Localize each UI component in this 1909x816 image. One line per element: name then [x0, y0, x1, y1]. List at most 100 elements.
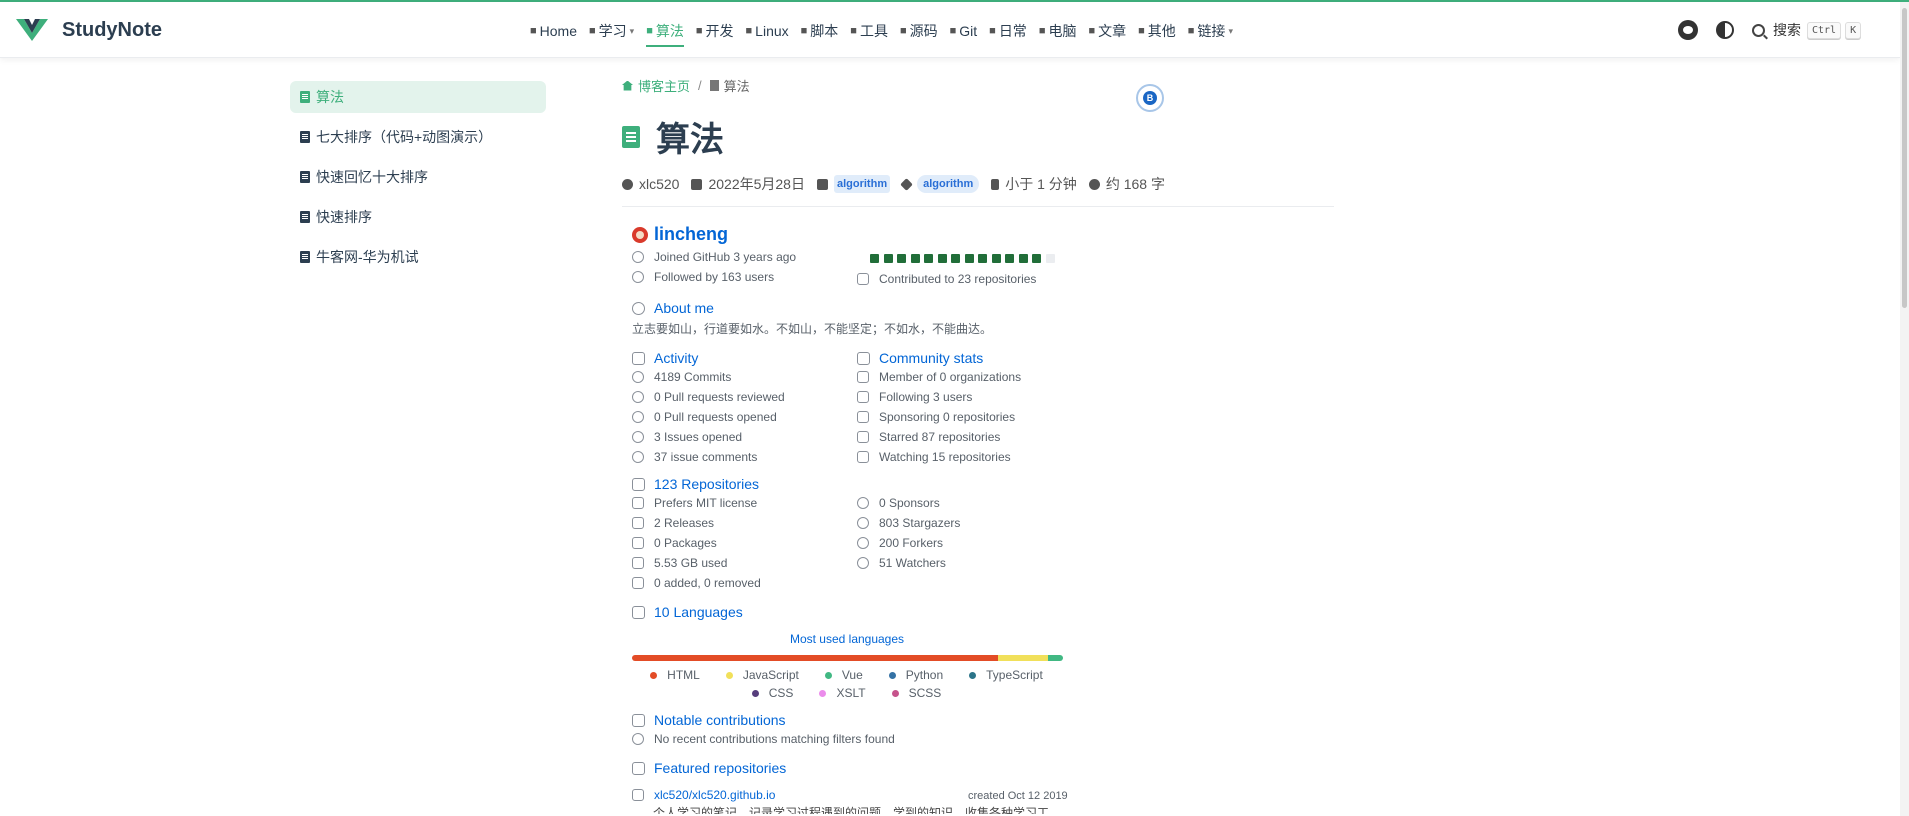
- document-icon: [300, 251, 310, 263]
- search-key-ctrl: Ctrl: [1807, 21, 1842, 39]
- language-legend-item: CSS: [751, 686, 793, 700]
- nav-item-12[interactable]: ■ 其他: [1138, 20, 1176, 42]
- document-icon: [300, 131, 310, 143]
- about-section: About me: [632, 300, 714, 316]
- nav-item-9[interactable]: ■ 日常: [989, 20, 1027, 42]
- repo-reach-text: 51 Watchers: [879, 556, 946, 570]
- nav-item-7[interactable]: ■ 源码: [900, 20, 938, 42]
- community-text: Member of 0 organizations: [879, 370, 1022, 384]
- nav-item-1[interactable]: ■ 学习 ▾: [589, 20, 634, 42]
- file-diff-icon: [632, 577, 644, 589]
- theme-toggle-icon[interactable]: [1716, 21, 1734, 39]
- contribution-cell: [937, 254, 947, 263]
- word-count: 约 168 字: [1088, 174, 1165, 194]
- nav-item-label: 源码: [909, 23, 938, 39]
- scrollbar-thumb[interactable]: [1902, 8, 1907, 308]
- octoface-icon: [857, 351, 870, 365]
- sidebar-item-3[interactable]: 快速排序: [290, 201, 546, 233]
- chevron-down-icon: ▾: [1228, 25, 1233, 36]
- word-count-text: 约 168 字: [1105, 176, 1165, 192]
- repo-stat-text: 5.53 GB used: [654, 556, 728, 570]
- nav-item-11[interactable]: ■ 文章: [1088, 20, 1126, 42]
- language-dot: [824, 671, 832, 679]
- chevron-down-icon: ▾: [629, 25, 635, 36]
- nav-item-2[interactable]: ■ 算法: [646, 20, 684, 47]
- sidebar-item-4[interactable]: 牛客网-华为机试: [290, 241, 546, 273]
- community-row: Sponsoring 0 repositories: [857, 410, 1015, 424]
- other-icon: ■: [1138, 25, 1145, 37]
- repo-icon: [632, 477, 645, 491]
- language-name: Vue: [841, 668, 863, 682]
- star-icon: [857, 431, 869, 443]
- sidebar-item-label: 牛客网-华为机试: [316, 249, 419, 265]
- repo-reach-text: 0 Sponsors: [879, 496, 940, 510]
- nav-item-10[interactable]: ■ 电脑: [1039, 20, 1077, 42]
- code-square-icon: [632, 605, 645, 619]
- nav-item-4[interactable]: ■ Linux: [746, 20, 789, 42]
- community-row: Starred 87 repositories: [857, 430, 1000, 444]
- package-icon: [632, 537, 644, 549]
- nav-item-5[interactable]: ■ 脚本: [801, 20, 839, 42]
- date-text: 2022年5月28日: [708, 176, 805, 192]
- github-user[interactable]: lincheng: [632, 224, 728, 245]
- nav-item-label: 电脑: [1048, 23, 1077, 39]
- document-icon: [300, 171, 310, 183]
- breadcrumb-current-label: 算法: [723, 79, 750, 94]
- sidebar-item-0[interactable]: 算法: [290, 81, 546, 113]
- activity-section: Activity: [632, 350, 698, 366]
- search-button[interactable]: 搜索 Ctrl K: [1752, 20, 1862, 40]
- community-row: Watching 15 repositories: [857, 450, 1011, 464]
- repo-reach-text: 803 Stargazers: [879, 516, 961, 530]
- search-icon: [1752, 23, 1765, 37]
- law-icon: [632, 497, 644, 509]
- contribution-cell: [1045, 254, 1055, 263]
- featured-repo-created: created Oct 12 2019: [968, 790, 1068, 802]
- contribution-cell: [924, 254, 933, 263]
- comment-icon: [632, 451, 644, 463]
- repo-stat-row: Prefers MIT license: [632, 496, 757, 510]
- joined-text: Joined GitHub 3 years ago: [654, 250, 797, 264]
- language-legend-item: JavaScript: [725, 668, 799, 682]
- git-icon: ■: [949, 25, 957, 37]
- activity-row: 37 issue comments: [632, 450, 757, 464]
- sidebar-item-1[interactable]: 七大排序（代码+动图演示）: [290, 121, 546, 153]
- brand[interactable]: StudyNote: [16, 16, 162, 44]
- heart-icon: [857, 411, 869, 423]
- nav-item-6[interactable]: ■ 工具: [850, 20, 888, 42]
- breadcrumb-current: 算法: [709, 76, 750, 95]
- category-icon: [816, 178, 828, 190]
- featured-repo-row: xlc520/xlc520.github.io: [632, 788, 775, 802]
- activity-row: 3 Issues opened: [632, 430, 742, 444]
- contribution-cell: [897, 254, 906, 263]
- language-name: XSLT: [836, 686, 866, 700]
- featured-repo-link[interactable]: xlc520/xlc520.github.io: [654, 788, 775, 802]
- repo-stat-row: 5.53 GB used: [632, 556, 727, 570]
- commit-icon: [632, 371, 644, 383]
- nav-item-0[interactable]: ■ Home: [530, 20, 577, 42]
- contribution-calendar: [870, 254, 1059, 263]
- contribution-cell: [978, 254, 987, 263]
- brand-name: StudyNote: [62, 18, 162, 41]
- activity-text: 4189 Commits: [654, 370, 732, 384]
- author[interactable]: xlc520: [622, 176, 679, 192]
- activity-text: 0 Pull requests reviewed: [654, 390, 785, 404]
- language-segment-html: [632, 655, 999, 661]
- activity-row: 0 Pull requests reviewed: [632, 390, 785, 404]
- repo-stat-row: 0 Packages: [632, 536, 717, 550]
- page-title-text: 算法: [656, 121, 724, 159]
- nav-item-13[interactable]: ■ 链接 ▾: [1188, 20, 1233, 42]
- nav-item-8[interactable]: ■ Git: [950, 20, 978, 42]
- languages-legend: HTML JavaScript Vue Python TypeScript CSS XSLT…: [632, 668, 1063, 704]
- sidebar-item-2[interactable]: 快速回忆十大排序: [290, 161, 546, 193]
- language-name: HTML: [667, 668, 700, 682]
- github-icon[interactable]: [1678, 20, 1698, 40]
- breadcrumb-home[interactable]: 博客主页: [622, 76, 690, 95]
- category-tag[interactable]: algorithm: [833, 175, 891, 193]
- search-label: 搜索: [1773, 22, 1801, 38]
- language-dot: [650, 671, 658, 679]
- repo-push-icon: [632, 713, 645, 727]
- nav-item-3[interactable]: ■ 开发: [696, 20, 734, 42]
- tag-badge[interactable]: algorithm: [917, 175, 980, 193]
- nav-menu: ■ Home ■ 学习 ▾ ■ 算法 ■ 开发 ■ Linux ■ 脚本 ■ 工具 ■ 源码 ■ Git ■ 日常 ■ 电脑…: [530, 20, 1245, 47]
- dev-icon: ■: [695, 25, 703, 37]
